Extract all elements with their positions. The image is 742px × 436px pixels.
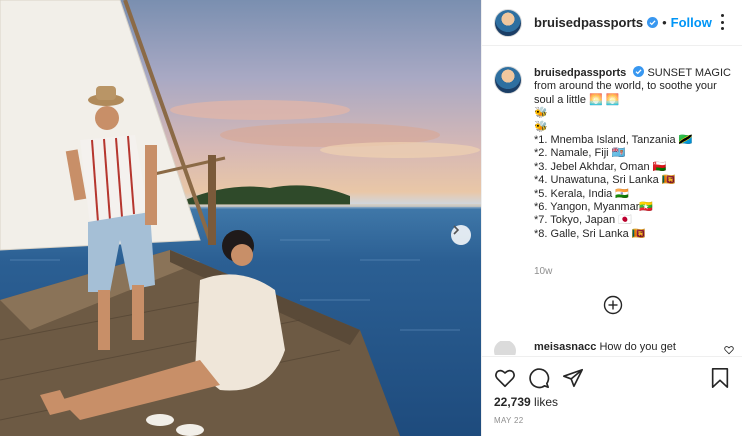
likes-number: 22,739 (494, 395, 531, 409)
next-photo-button[interactable] (451, 225, 471, 245)
caption-list-item: *1. Mnemba Island, Tanzania 🇹🇿 (534, 134, 693, 147)
sunset-boat-scene (0, 0, 481, 436)
heart-icon[interactable] (494, 367, 516, 389)
plus-circle-icon[interactable] (603, 295, 623, 315)
caption-list-item: *5. Kerala, India 🇮🇳 (534, 187, 630, 200)
caption-list-item: *7. Tokyo, Japan 🇯🇵 (534, 214, 632, 227)
chevron-right-icon (453, 225, 460, 235)
caption-list-item: *3. Jebel Akhdar, Oman 🇴🇲 (534, 160, 667, 173)
caption-username[interactable]: bruisedpassports (534, 67, 626, 79)
post-photo[interactable] (0, 0, 481, 436)
bee-emoji: 🐝 (534, 107, 548, 120)
follow-button[interactable]: Follow (671, 15, 712, 30)
caption-age[interactable]: 10w (534, 266, 552, 277)
verified-badge-icon (633, 66, 645, 77)
more-options-icon[interactable] (714, 14, 730, 30)
commenter-avatar[interactable] (494, 341, 516, 355)
post-caption: bruisedpassports SUNSET MAGIC from aroun… (494, 66, 734, 241)
author-username[interactable]: bruisedpassports (534, 15, 643, 30)
commenter-username[interactable]: meisasnacc (534, 341, 596, 353)
likes-label: likes (534, 395, 559, 409)
caption-text: bruisedpassports SUNSET MAGIC from aroun… (534, 66, 734, 241)
comment-bubble-icon[interactable] (528, 367, 550, 389)
comment-body: How do you get (599, 341, 676, 353)
comment-row: meisasnacc How do you get (494, 341, 734, 355)
author-avatar[interactable] (494, 8, 522, 37)
caption-list-item: *6. Yangon, Myanmar🇲🇲 (534, 201, 654, 214)
action-icons (494, 367, 584, 389)
paper-plane-icon[interactable] (562, 367, 584, 389)
post-date: MAY 22 (494, 416, 524, 425)
caption-list-item: *2. Namale, Fiji 🇫🇯 (534, 147, 626, 160)
verified-badge-icon (647, 17, 659, 28)
post-side-panel: bruisedpassports • Follow bruisedpasspor… (481, 0, 742, 436)
caption-list-item: *8. Galle, Sri Lanka 🇱🇰 (534, 227, 646, 240)
likes-count[interactable]: 22,739 likes (494, 395, 558, 409)
caption-author-avatar[interactable] (494, 66, 522, 94)
comment-text: meisasnacc How do you get (534, 341, 676, 354)
bee-emoji: 🐝 (534, 120, 548, 133)
bookmark-icon[interactable] (709, 367, 731, 389)
action-bar: 22,739 likes MAY 22 (482, 356, 742, 436)
caption-list-item: *4. Unawatuna, Sri Lanka 🇱🇰 (534, 174, 676, 187)
post-header: bruisedpassports • Follow (482, 0, 742, 46)
comment-like-icon[interactable] (724, 345, 734, 355)
separator-dot: • (662, 15, 667, 30)
